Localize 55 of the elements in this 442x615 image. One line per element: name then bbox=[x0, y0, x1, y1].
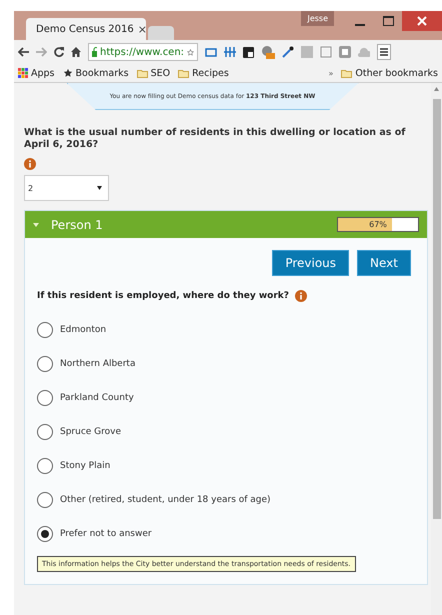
radio-icon[interactable] bbox=[37, 424, 53, 440]
radio-icon[interactable] bbox=[37, 322, 53, 338]
more-bookmarks-button[interactable]: » bbox=[328, 68, 334, 78]
close-icon bbox=[417, 16, 427, 26]
minimize-icon bbox=[355, 24, 365, 26]
info-icon[interactable] bbox=[24, 158, 36, 170]
apps-grid-icon bbox=[18, 68, 28, 78]
dropdown-arrow-icon bbox=[97, 186, 102, 190]
nav-button[interactable]: Next bbox=[357, 250, 411, 276]
progress-reading: 67% bbox=[368, 219, 388, 231]
question-text: If this resident is employed, where do they work? bbox=[37, 291, 290, 301]
star-icon[interactable] bbox=[187, 46, 194, 58]
info-icon[interactable] bbox=[295, 290, 308, 302]
scroll-up-icon[interactable] bbox=[434, 87, 439, 91]
radio-icon[interactable] bbox=[37, 356, 53, 372]
folder-icon bbox=[136, 68, 148, 78]
bookmark[interactable]: Other bookmarks bbox=[341, 68, 438, 78]
radio-option[interactable]: Prefer not to answer bbox=[37, 524, 427, 544]
folder-icon bbox=[178, 68, 190, 78]
radio-option[interactable]: Spruce Grove bbox=[37, 422, 427, 442]
person-header[interactable]: Person 1 67% bbox=[25, 211, 427, 238]
question-text: What is the usual number of residents in this dwelling or location as of April 6, 2016? bbox=[24, 127, 406, 151]
bookmark[interactable]: Recipes bbox=[178, 68, 229, 78]
radio-option[interactable]: Stony Plain bbox=[37, 456, 427, 476]
radio-option[interactable]: Parkland County bbox=[37, 388, 427, 408]
lock-icon bbox=[92, 47, 98, 57]
radio-option[interactable]: Northern Alberta bbox=[37, 354, 427, 374]
close-button[interactable] bbox=[402, 11, 442, 31]
tab-title: Demo Census 2016 bbox=[36, 24, 134, 34]
radio-icon[interactable] bbox=[37, 526, 53, 542]
browser-tab[interactable]: Demo Census 2016 × bbox=[26, 18, 146, 40]
menu-icon[interactable] bbox=[377, 44, 391, 60]
person-title: Person 1 bbox=[51, 218, 103, 232]
extension-icon[interactable] bbox=[243, 46, 254, 58]
close-tab-button[interactable]: × bbox=[138, 22, 147, 36]
profile-name[interactable]: Jesse bbox=[301, 11, 334, 26]
address-bar[interactable]: https://www.cen: bbox=[88, 43, 198, 61]
back-icon[interactable] bbox=[18, 47, 29, 57]
url-text: https://www.cen: bbox=[100, 46, 184, 58]
radio-icon[interactable] bbox=[37, 390, 53, 406]
maximize-icon bbox=[382, 16, 394, 26]
bookmark[interactable]: Bookmarks bbox=[62, 68, 129, 78]
radio-option[interactable]: Edmonton bbox=[37, 320, 427, 340]
folder-icon bbox=[341, 68, 352, 78]
radio-option[interactable]: Other (retired, student, under 18 years of age) bbox=[37, 490, 427, 510]
bookmark[interactable]: SEO bbox=[136, 68, 170, 78]
eyedropper-icon[interactable] bbox=[282, 46, 294, 58]
residents-select[interactable]: 2 bbox=[24, 175, 109, 201]
star-icon bbox=[62, 68, 73, 78]
bookmark[interactable]: Apps bbox=[18, 68, 55, 78]
nav-button[interactable]: Previous bbox=[272, 250, 350, 276]
radio-icon[interactable] bbox=[37, 492, 53, 508]
home-icon[interactable] bbox=[71, 47, 81, 57]
reload-icon[interactable] bbox=[54, 47, 64, 57]
radio-icon[interactable] bbox=[37, 458, 53, 474]
